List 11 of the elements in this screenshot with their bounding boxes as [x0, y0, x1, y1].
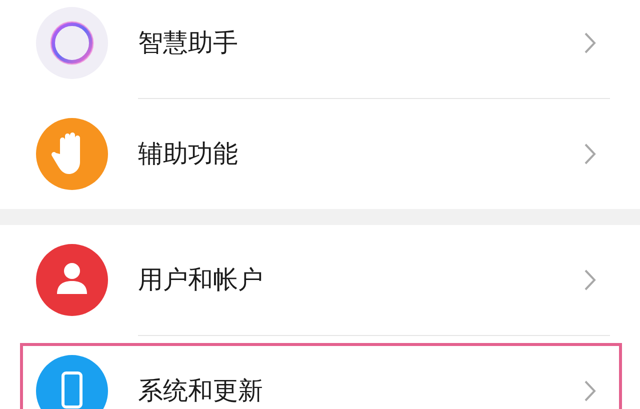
settings-item[interactable]: 辅助功能 [0, 99, 640, 209]
settings-item[interactable]: 用户和帐户 [0, 225, 640, 335]
chevron-right-icon [584, 269, 596, 291]
settings-item[interactable]: 智慧助手 [0, 0, 640, 98]
chevron-right-icon [584, 143, 596, 165]
chevron-right-icon [584, 380, 596, 402]
item-label: 用户和帐户 [138, 266, 264, 294]
item-label: 智慧助手 [138, 29, 239, 57]
chevron-right-icon [584, 32, 596, 54]
item-label: 系统和更新 [138, 377, 264, 405]
item-label: 辅助功能 [138, 140, 239, 168]
